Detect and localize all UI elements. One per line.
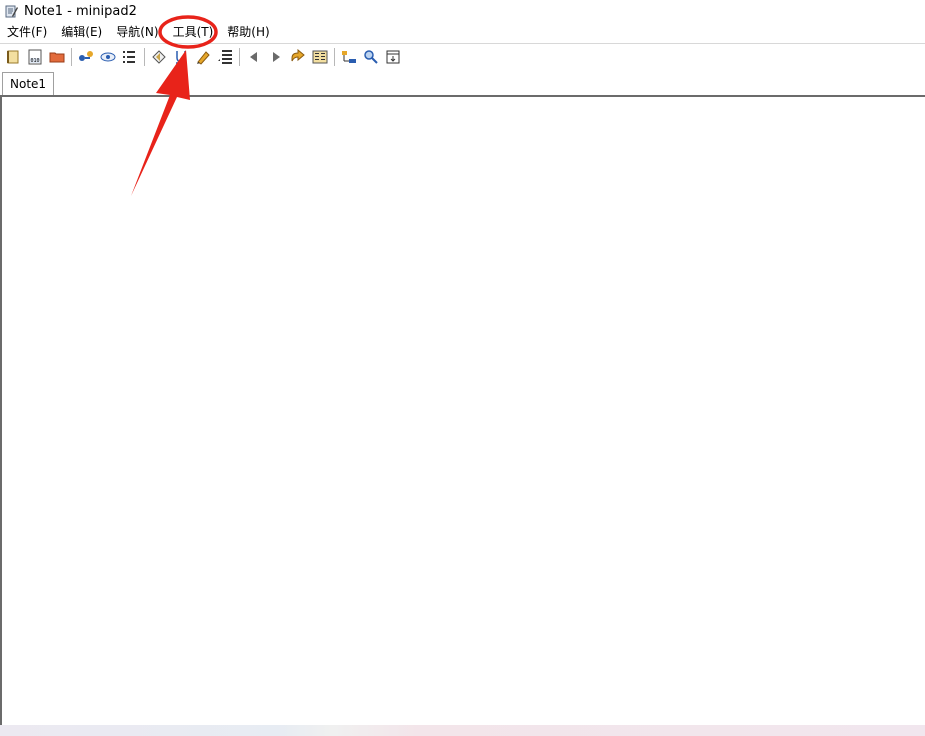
menu-edit[interactable]: 编辑(E) (54, 22, 109, 42)
toolbar-separator (334, 47, 335, 66)
window-title: Note1 - minipad2 (24, 3, 137, 19)
binary-file-icon[interactable]: 010 (24, 46, 46, 68)
add-link-icon[interactable] (75, 46, 97, 68)
share-export-icon[interactable] (287, 46, 309, 68)
menu-navigate[interactable]: 导航(N) (109, 22, 165, 42)
title-bar: Note1 - minipad2 (0, 0, 925, 22)
menu-tools[interactable]: 工具(T) (166, 22, 221, 42)
svg-text:010: 010 (31, 58, 40, 64)
view-eye-icon[interactable] (97, 46, 119, 68)
app-notepad-icon (5, 5, 18, 18)
list-view-icon[interactable] (119, 46, 141, 68)
note-editor[interactable] (0, 95, 925, 725)
columns-icon[interactable] (309, 46, 331, 68)
tab-note1[interactable]: Note1 (2, 72, 55, 95)
menu-file[interactable]: 文件(F) (0, 22, 54, 42)
back-diamond-icon[interactable] (148, 46, 170, 68)
taskbar-strip (0, 725, 925, 736)
pin-search-icon[interactable] (360, 46, 382, 68)
toolbar-separator (239, 47, 240, 66)
underline-template-icon[interactable] (170, 46, 192, 68)
menu-bar: 文件(F) 编辑(E) 导航(N) 工具(T) 帮助(H) (0, 22, 925, 42)
line-numbers-icon[interactable] (214, 46, 236, 68)
next-arrow-icon[interactable] (265, 46, 287, 68)
open-folder-icon[interactable] (46, 46, 68, 68)
tab-strip: Note1 (0, 69, 925, 96)
new-note-icon[interactable] (2, 46, 24, 68)
tree-structure-icon[interactable] (338, 46, 360, 68)
toolbar: 010 (0, 43, 925, 69)
toolbar-separator (144, 47, 145, 66)
menu-help[interactable]: 帮助(H) (220, 22, 276, 42)
pencil-edit-icon[interactable] (192, 46, 214, 68)
previous-arrow-icon[interactable] (243, 46, 265, 68)
toolbar-separator (71, 47, 72, 66)
insert-frame-icon[interactable] (382, 46, 404, 68)
